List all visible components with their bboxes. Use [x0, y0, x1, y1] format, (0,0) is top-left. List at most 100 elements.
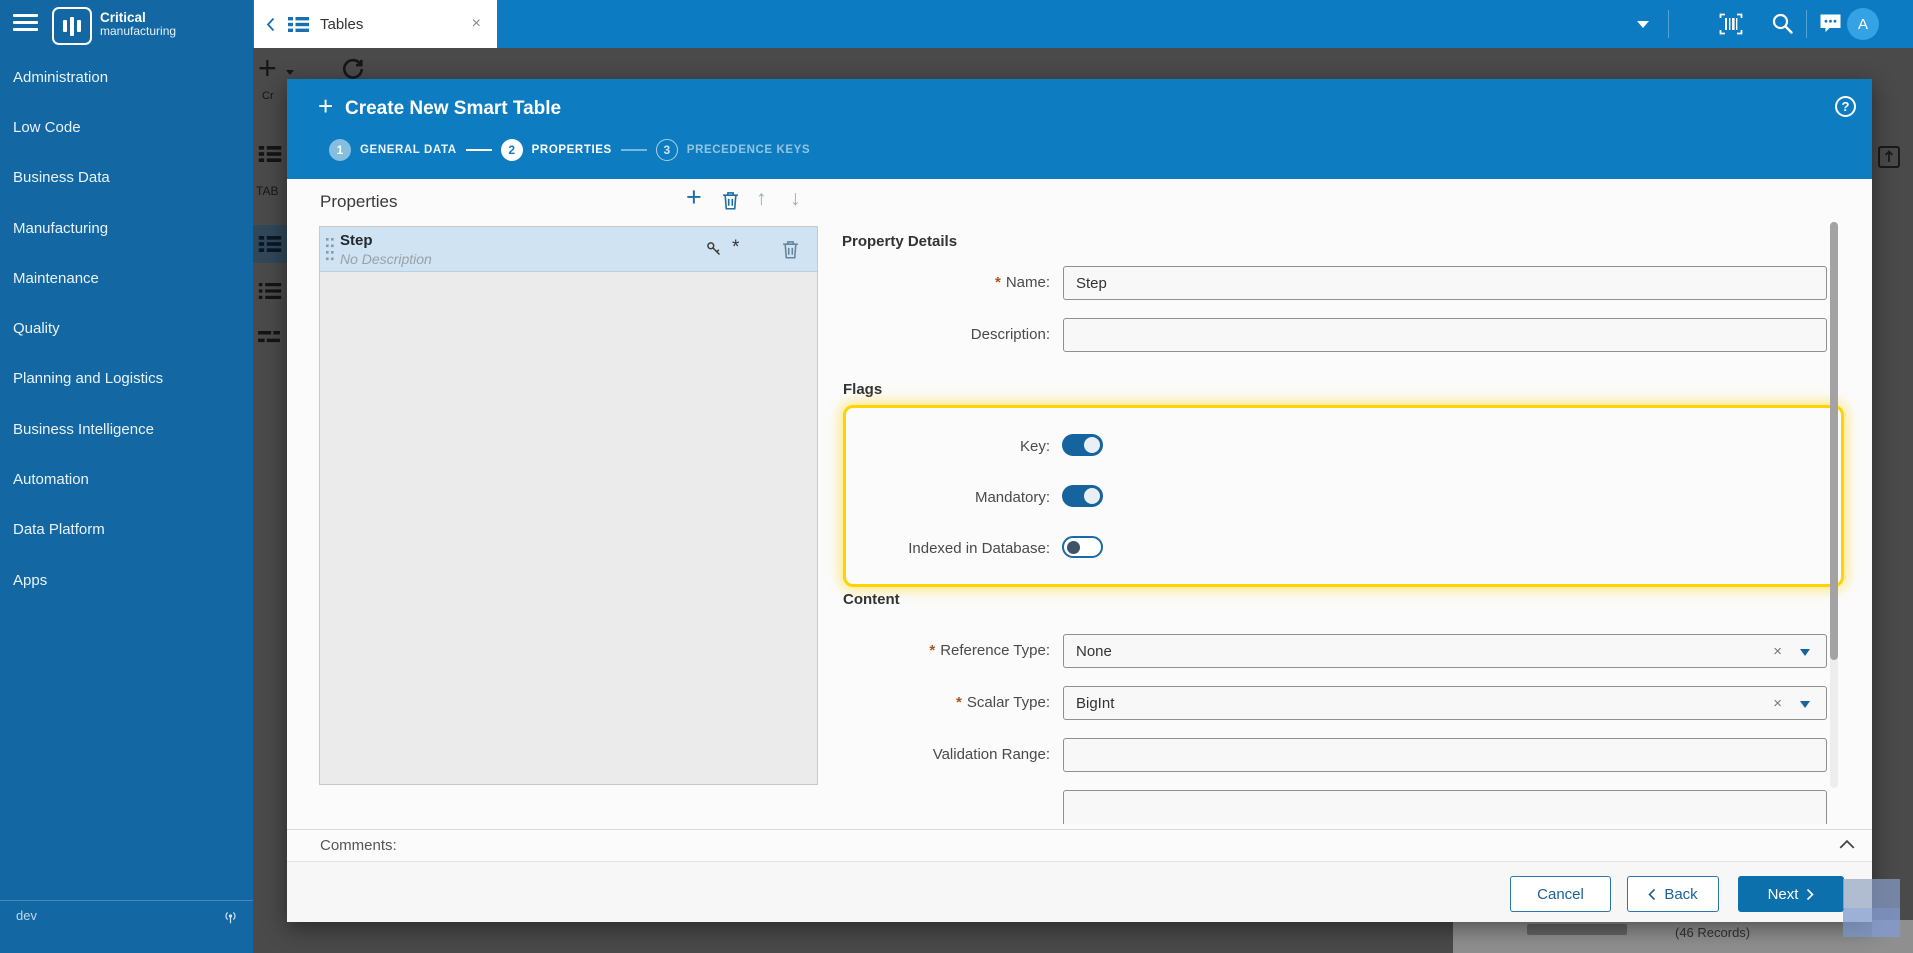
validation-range-input[interactable]	[1063, 738, 1827, 772]
connection-status-icon	[225, 912, 236, 924]
indexed-toggle-label: Indexed in Database:	[908, 540, 1050, 557]
move-property-down-button[interactable]: ↓	[790, 187, 801, 211]
sidebar-footer-divider	[0, 900, 253, 901]
reference-type-select[interactable]: None ×	[1063, 634, 1827, 668]
mandatory-toggle-label: Mandatory:	[974, 489, 1050, 506]
property-item-description: No Description	[340, 251, 432, 267]
sidebar-item-business-data[interactable]: Business Data	[0, 153, 253, 203]
background-record-count: (46 Records)	[1675, 925, 1751, 940]
mandatory-toggle[interactable]	[1062, 485, 1103, 507]
modal-plus-icon: +	[318, 91, 334, 121]
delete-item-icon[interactable]	[782, 240, 799, 259]
avatar[interactable]: A	[1847, 8, 1879, 40]
sidebar-item-manufacturing[interactable]: Manufacturing	[0, 203, 253, 253]
scalar-type-select[interactable]: BigInt ×	[1063, 686, 1827, 720]
step-3-label[interactable]: PRECEDENCE KEYS	[687, 144, 810, 156]
brand-text: Critical manufacturing	[100, 10, 176, 38]
modal-scrollbar[interactable]	[1830, 222, 1838, 788]
sidebar-item-administration[interactable]: Administration	[0, 52, 253, 102]
back-button[interactable]: Back	[1627, 876, 1719, 912]
background-create-button: +	[258, 50, 277, 86]
messages-icon[interactable]	[1819, 13, 1842, 35]
tab-tables[interactable]: Tables ×	[254, 0, 497, 48]
comments-divider	[287, 829, 1872, 830]
step-1-circle[interactable]: 1	[329, 139, 351, 161]
background-column-header-fragment: TAB	[256, 184, 279, 198]
add-property-button[interactable]: +	[686, 182, 702, 213]
dropdown-caret-icon[interactable]	[1800, 649, 1810, 661]
background-export-icon	[1878, 146, 1900, 168]
move-property-up-button[interactable]: ↑	[756, 187, 767, 211]
background-list-icon	[258, 283, 282, 299]
brand-name: Critical	[100, 10, 146, 25]
property-details-heading: Property Details	[842, 233, 958, 250]
toggle-knob	[1084, 488, 1100, 504]
create-smart-table-modal: + Create New Smart Table ? 1 GENERAL DAT…	[287, 79, 1872, 922]
click-indicator-overlay	[1843, 879, 1900, 937]
sidebar-item-apps[interactable]: Apps	[0, 555, 253, 605]
content-heading: Content	[843, 591, 900, 608]
top-bar: Tables × A	[253, 0, 1913, 48]
name-label: * Name:	[994, 274, 1050, 291]
mandatory-flag-icon: *	[732, 237, 740, 258]
environment-label: dev	[16, 908, 37, 923]
properties-list: Step No Description *	[319, 226, 818, 785]
step-2-circle[interactable]: 2	[500, 139, 523, 161]
table-grid-icon	[288, 16, 309, 32]
description-input[interactable]	[1063, 318, 1827, 352]
clear-icon[interactable]: ×	[1773, 695, 1782, 712]
back-chevron-icon	[1648, 888, 1656, 900]
sidebar-item-data-platform[interactable]: Data Platform	[0, 505, 253, 555]
topbar-divider	[1668, 10, 1669, 38]
required-marker: *	[956, 694, 962, 711]
step-3-circle[interactable]: 3	[655, 139, 678, 161]
property-list-item-step[interactable]: Step No Description *	[320, 227, 817, 272]
sidebar-item-maintenance[interactable]: Maintenance	[0, 253, 253, 303]
description-label: Description:	[970, 326, 1050, 343]
tab-close-icon[interactable]: ×	[468, 13, 485, 35]
key-toggle-label: Key:	[1019, 438, 1050, 455]
search-icon[interactable]	[1771, 12, 1794, 35]
toggle-knob	[1067, 540, 1080, 554]
drag-handle-icon[interactable]	[326, 238, 334, 261]
step-connector	[620, 149, 647, 151]
delete-property-button[interactable]	[722, 191, 739, 210]
topbar-dropdown-caret-icon[interactable]	[1637, 21, 1649, 34]
modal-header: + Create New Smart Table ? 1 GENERAL DAT…	[287, 79, 1872, 179]
modal-title: Create New Smart Table	[345, 98, 562, 119]
barcode-scanner-icon[interactable]	[1719, 13, 1743, 35]
next-chevron-icon	[1807, 888, 1815, 900]
sidebar-item-quality[interactable]: Quality	[0, 303, 253, 353]
toggle-knob	[1084, 437, 1100, 453]
key-flag-icon	[707, 242, 721, 256]
clear-icon[interactable]: ×	[1773, 643, 1782, 660]
indexed-in-database-toggle[interactable]	[1062, 536, 1103, 558]
background-pagination-fragment	[1527, 924, 1627, 935]
next-button[interactable]: Next	[1738, 876, 1844, 912]
help-icon[interactable]: ?	[1835, 96, 1856, 117]
sidebar-item-business-intelligence[interactable]: Business Intelligence	[0, 404, 253, 454]
topbar-divider	[1806, 10, 1807, 38]
dropdown-caret-icon[interactable]	[1800, 701, 1810, 713]
tab-title: Tables	[320, 15, 364, 33]
cancel-button[interactable]: Cancel	[1510, 876, 1611, 912]
background-selected-row	[253, 225, 287, 263]
modal-scrollbar-thumb[interactable]	[1830, 222, 1838, 660]
tab-back-chevron-icon[interactable]	[266, 17, 275, 32]
property-item-name: Step	[340, 232, 373, 249]
background-grid-icon	[258, 146, 282, 162]
clipped-next-input[interactable]	[1063, 790, 1827, 828]
modal-footer: Cancel Back Next	[287, 862, 1872, 922]
comments-label: Comments:	[320, 837, 397, 854]
step-2-label[interactable]: PROPERTIES	[532, 144, 612, 156]
hamburger-menu-icon[interactable]	[13, 14, 38, 31]
step-1-label[interactable]: GENERAL DATA	[360, 144, 457, 156]
sidebar-item-automation[interactable]: Automation	[0, 454, 253, 504]
comments-collapse-chevron-icon[interactable]	[1839, 840, 1855, 849]
background-create-caret-icon	[286, 70, 294, 79]
key-toggle[interactable]	[1062, 434, 1103, 456]
sidebar-item-low-code[interactable]: Low Code	[0, 102, 253, 152]
reference-type-label: * Reference Type:	[929, 642, 1050, 659]
name-input[interactable]: Step	[1063, 266, 1827, 300]
sidebar-item-planning-and-logistics[interactable]: Planning and Logistics	[0, 354, 253, 404]
